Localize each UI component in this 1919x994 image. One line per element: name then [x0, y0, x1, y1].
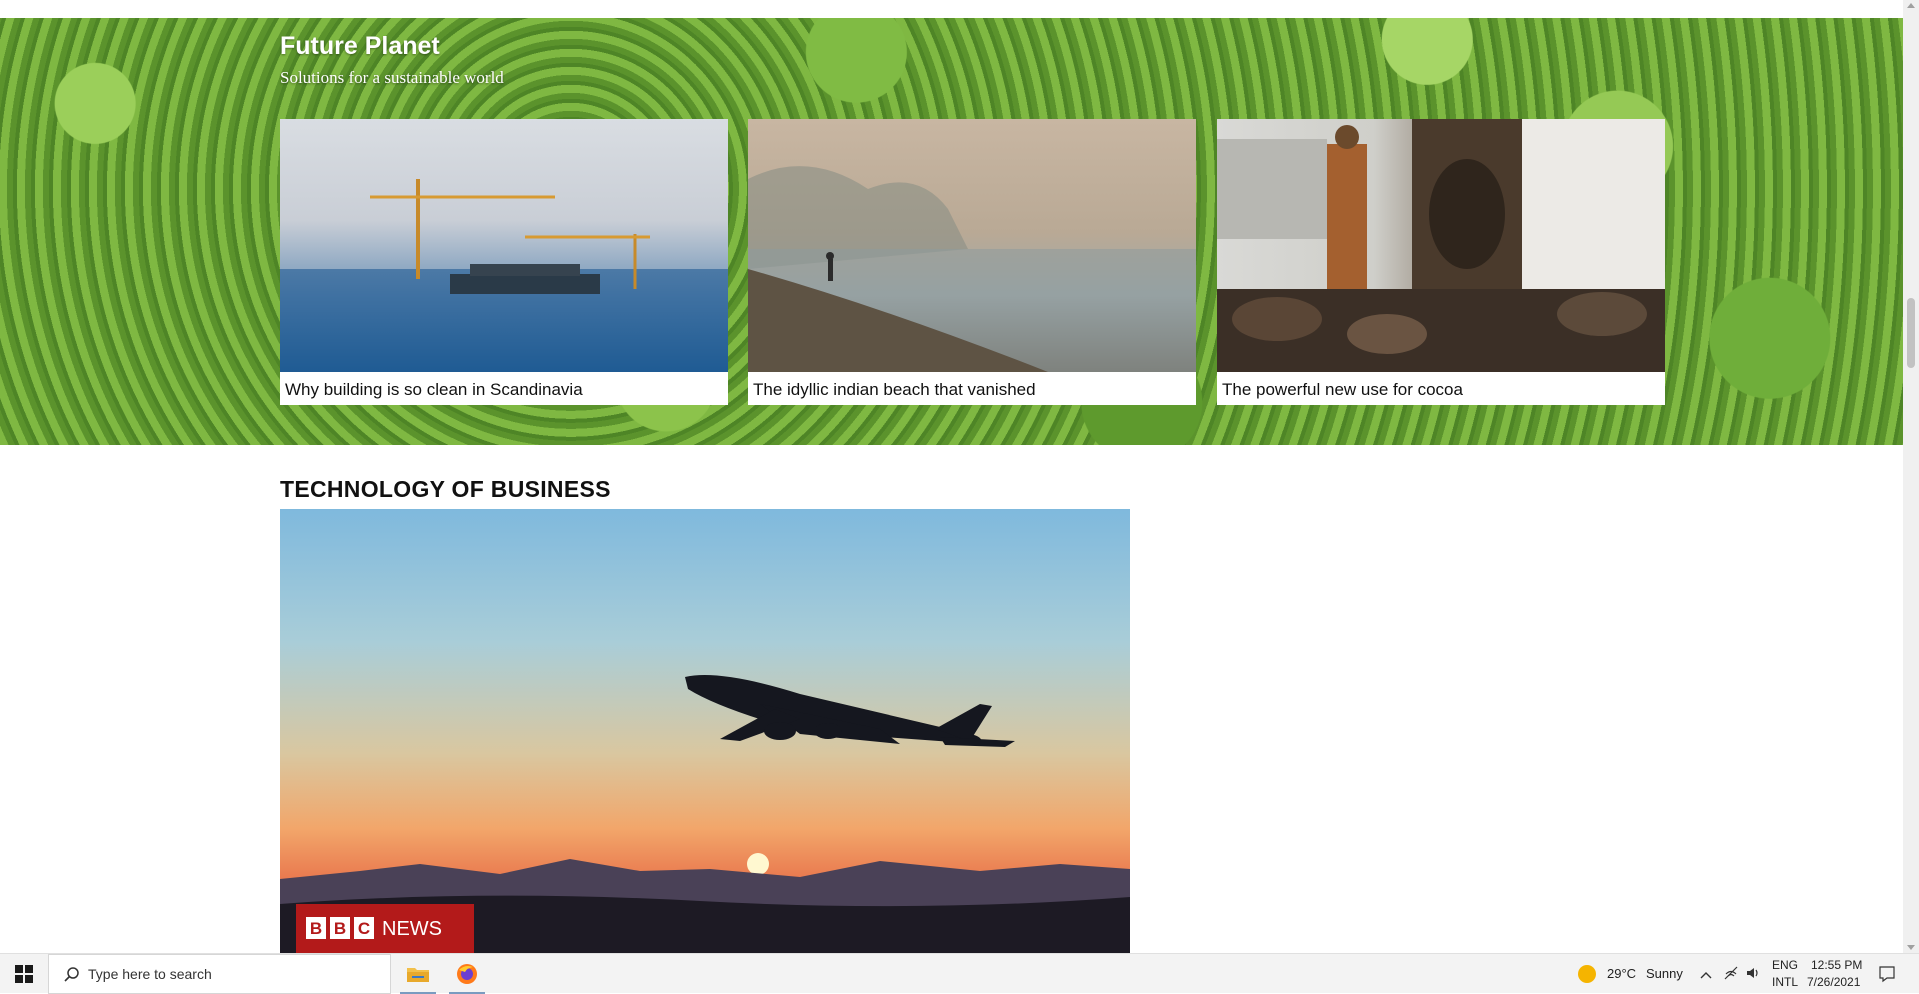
notifications-icon[interactable] — [1878, 965, 1896, 988]
story-caption[interactable]: The powerful new use for cocoa — [1222, 380, 1463, 400]
show-hidden-icons-chevron-icon[interactable] — [1700, 967, 1712, 985]
svg-text:B: B — [334, 919, 346, 938]
taskbar-firefox[interactable] — [443, 954, 491, 994]
taskbar-search-box[interactable]: Type here to search — [48, 954, 391, 994]
page-scrollbar[interactable] — [1903, 0, 1919, 953]
page-top-bar — [0, 0, 1903, 18]
svg-text:NEWS: NEWS — [382, 918, 442, 940]
story-card-cocoa[interactable]: The powerful new use for cocoa — [1217, 119, 1665, 405]
future-planet-banner: Future Planet Solutions for a sustainabl… — [0, 18, 1903, 445]
weather-temperature[interactable]: 29°C — [1607, 966, 1636, 981]
story-caption[interactable]: Why building is so clean in Scandinavia — [285, 380, 583, 400]
search-icon — [63, 966, 81, 989]
story-card-indian-beach[interactable]: The idyllic indian beach that vanished — [748, 119, 1196, 405]
clock-date[interactable]: 7/26/2021 — [1807, 975, 1860, 989]
story-image-cocoa-display[interactable] — [1217, 119, 1665, 372]
scroll-up-arrow-icon[interactable] — [1907, 3, 1915, 8]
svg-text:C: C — [358, 919, 370, 938]
story-image-cranes-fog[interactable] — [280, 119, 728, 372]
story-caption[interactable]: The idyllic indian beach that vanished — [753, 380, 1036, 400]
volume-icon[interactable] — [1745, 965, 1761, 986]
weather-condition[interactable]: Sunny — [1646, 966, 1683, 981]
windows-taskbar: Type here to search 29°C Sunny ENG INTL … — [0, 953, 1919, 994]
language-indicator-line2[interactable]: INTL — [1772, 975, 1798, 989]
windows-logo-icon — [15, 965, 33, 983]
story-card-scandinavia[interactable]: Why building is so clean in Scandinavia — [280, 119, 728, 405]
start-button[interactable] — [0, 954, 48, 994]
search-placeholder: Type here to search — [88, 966, 212, 982]
scroll-down-arrow-icon[interactable] — [1907, 945, 1915, 950]
language-indicator-line1[interactable]: ENG — [1772, 958, 1798, 972]
story-image-beach[interactable] — [748, 119, 1196, 372]
scrollbar-thumb[interactable] — [1907, 298, 1915, 368]
future-planet-subtitle: Solutions for a sustainable world — [280, 68, 504, 87]
bbc-news-badge: B B C NEWS — [296, 904, 474, 953]
weather-sun-icon[interactable] — [1578, 965, 1596, 983]
future-planet-title[interactable]: Future Planet — [280, 32, 440, 61]
taskbar-file-explorer[interactable] — [394, 954, 442, 994]
hero-image-airplane-sunset[interactable]: B B C NEWS — [280, 509, 1130, 953]
section-title-technology-of-business[interactable]: TECHNOLOGY OF BUSINESS — [280, 476, 611, 503]
folder-icon — [407, 968, 429, 982]
network-icon[interactable] — [1723, 965, 1739, 986]
svg-text:B: B — [310, 919, 322, 938]
firefox-icon — [457, 964, 477, 984]
clock-time[interactable]: 12:55 PM — [1811, 958, 1862, 972]
